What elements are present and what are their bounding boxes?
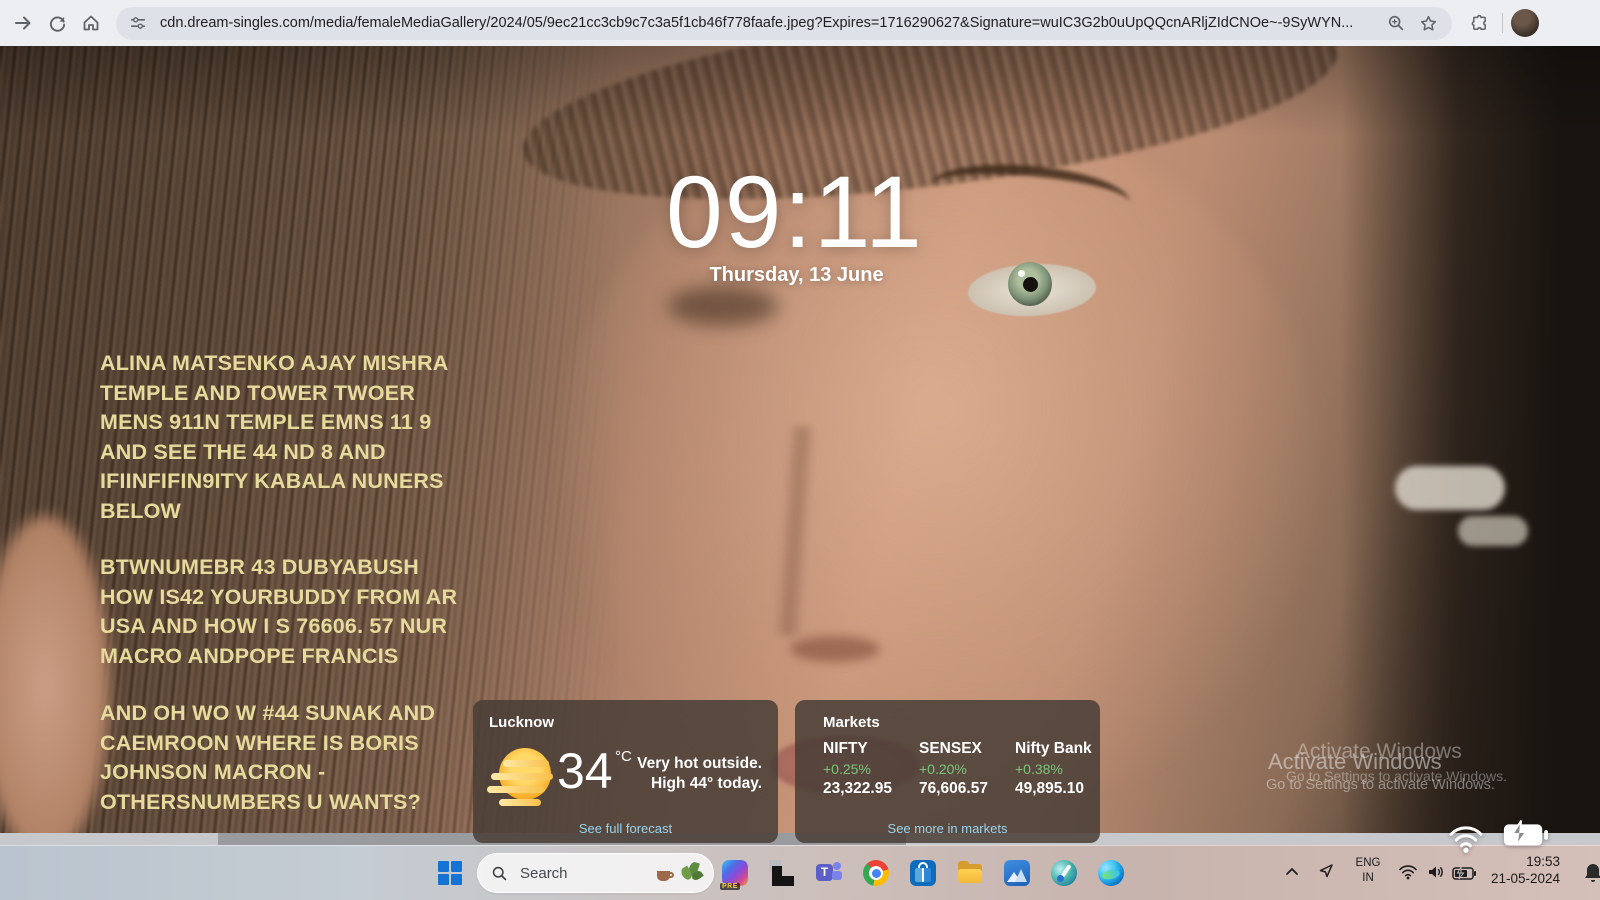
- photo-text-block-1: ALINA MATSENKO AJAY MISHRA TEMPLE AND TO…: [100, 349, 448, 526]
- browser-toolbar: [0, 0, 1600, 46]
- photos-icon[interactable]: [1004, 860, 1030, 886]
- photo-text-block-2: BTWNUMEBR 43 DUBYABUSH HOW IS42 YOURBUDD…: [100, 553, 457, 671]
- copilot-preview-badge: PRE: [720, 883, 740, 890]
- tray-date: 21-05-2024: [1491, 870, 1560, 887]
- store-icon[interactable]: [910, 860, 936, 886]
- site-settings-icon[interactable]: [126, 11, 150, 35]
- weather-temperature: 34: [557, 742, 613, 800]
- language-indicator[interactable]: ENG IN: [1350, 856, 1386, 886]
- dark-app-icon[interactable]: [769, 860, 795, 886]
- photo-text-block-3: AND OH WO W #44 SUNAK AND CAEMROON WHERE…: [100, 699, 435, 817]
- lockscreen-date: Thursday, 13 June: [709, 264, 883, 287]
- zoom-icon[interactable]: [1382, 9, 1410, 37]
- paint-icon[interactable]: [1051, 860, 1077, 886]
- bell-icon[interactable]: [1582, 862, 1600, 884]
- weather-desc-line2: High 44° today.: [651, 775, 762, 792]
- photo-shelf-object: [1395, 466, 1505, 510]
- plant-icon: [679, 860, 703, 886]
- market-item-sensex: SENSEX +0.20% 76,606.57: [919, 740, 1011, 798]
- teams-icon[interactable]: T: [816, 860, 842, 886]
- address-bar[interactable]: [116, 7, 1452, 40]
- profile-avatar[interactable]: [1511, 9, 1539, 37]
- battery-icon[interactable]: [1452, 867, 1476, 880]
- tray-time: 19:53: [1491, 853, 1560, 870]
- photo-left-eye: [668, 286, 778, 326]
- market-item-niftybank: Nifty Bank +0.38% 49,895.10: [1015, 740, 1100, 798]
- tray-clock[interactable]: 19:53 21-05-2024: [1491, 853, 1560, 887]
- forward-icon[interactable]: [6, 6, 40, 40]
- overlay-wifi-icon: [1446, 824, 1486, 859]
- edge-icon[interactable]: [1098, 860, 1124, 886]
- market-value: 76,606.57: [919, 780, 1011, 798]
- overlay-battery-icon: [1502, 820, 1548, 853]
- markets-widget[interactable]: Markets NIFTY +0.25% 23,322.95 SENSEX +0…: [795, 700, 1100, 843]
- volume-icon[interactable]: [1426, 864, 1446, 880]
- home-icon[interactable]: [74, 6, 108, 40]
- weather-unit: °C: [615, 748, 632, 765]
- pen-icon[interactable]: [1317, 862, 1335, 880]
- wifi-icon[interactable]: [1398, 864, 1418, 880]
- market-change: +0.38%: [1015, 761, 1100, 777]
- taskbar: Search PRE T ENG IN 19:53 21-05-2024: [0, 845, 1600, 900]
- markets-title: Markets: [823, 714, 880, 731]
- file-explorer-icon[interactable]: [957, 860, 983, 886]
- market-name: NIFTY: [823, 740, 915, 758]
- coffee-cup-icon: [655, 864, 675, 882]
- market-item-nifty: NIFTY +0.25% 23,322.95: [823, 740, 915, 798]
- bookmark-star-icon[interactable]: [1414, 9, 1442, 37]
- toolbar-divider: [1502, 13, 1503, 33]
- photo-right-background: [1340, 46, 1600, 845]
- weather-desc-line1: Very hot outside.: [637, 755, 762, 772]
- language-line2: IN: [1350, 871, 1386, 886]
- lockscreen-clock: 09:11: [666, 154, 924, 271]
- photo-eye-glint: [1018, 270, 1025, 277]
- hazy-sun-icon: [489, 746, 555, 808]
- taskbar-apps: PRE T: [722, 860, 1124, 886]
- weather-forecast-link[interactable]: See full forecast: [473, 821, 778, 836]
- weather-city: Lucknow: [489, 714, 554, 731]
- start-icon[interactable]: [438, 861, 462, 885]
- market-change: +0.25%: [823, 761, 915, 777]
- language-line1: ENG: [1350, 856, 1386, 871]
- photo-shelf-object: [1458, 516, 1528, 546]
- chevron-up-icon[interactable]: [1284, 864, 1300, 880]
- search-placeholder: Search: [520, 865, 655, 882]
- reload-icon[interactable]: [40, 6, 74, 40]
- extensions-icon[interactable]: [1462, 6, 1496, 40]
- market-value: 23,322.95: [823, 780, 915, 798]
- chrome-icon[interactable]: [863, 860, 889, 886]
- weather-description: Very hot outside. High 44° today.: [637, 754, 762, 794]
- photo-nostril: [790, 636, 880, 662]
- market-name: SENSEX: [919, 740, 1011, 758]
- photo-pupil: [1023, 277, 1038, 292]
- search-input[interactable]: Search: [477, 853, 714, 893]
- market-change: +0.20%: [919, 761, 1011, 777]
- market-value: 49,895.10: [1015, 780, 1100, 798]
- search-icon: [486, 860, 512, 886]
- copilot-icon[interactable]: PRE: [722, 860, 748, 886]
- photo-vignette: [0, 46, 1600, 136]
- weather-widget[interactable]: Lucknow 34 °C Very hot outside. High 44° …: [473, 700, 778, 843]
- market-name: Nifty Bank: [1015, 740, 1100, 758]
- markets-more-link[interactable]: See more in markets: [795, 821, 1100, 836]
- url-input[interactable]: [158, 14, 1382, 32]
